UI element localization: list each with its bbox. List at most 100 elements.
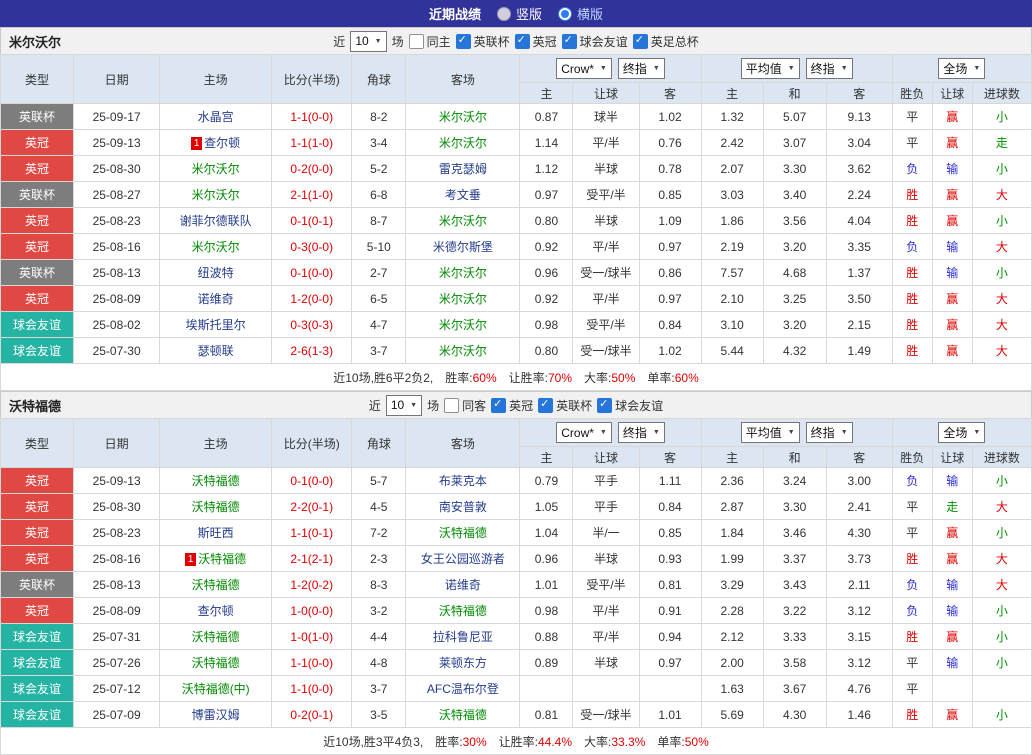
league-badge: 球会友谊 — [1, 312, 73, 337]
avg-final-select[interactable]: 终指 ▼ — [805, 58, 853, 79]
league-type-cell: 英联杯 — [0, 259, 75, 286]
away-team-name[interactable]: 米尔沃尔 — [439, 136, 487, 150]
odds-provider-select[interactable]: Crow* ▼ — [556, 58, 612, 79]
results-table: 类型 日期 主场 比分(半场) 角球 客场 Crow* ▼ 终指 ▼ 平均值 ▼ 终指 ▼ 全场 ▼ 主让球客主… — [0, 54, 1032, 391]
home-team-name[interactable]: 沃特福德 — [192, 630, 240, 644]
home-team-name[interactable]: 博雷汉姆 — [192, 708, 240, 722]
goals-result: 小 — [971, 207, 1032, 234]
avg-final-select-value: 终指 — [810, 62, 835, 76]
home-team-name[interactable]: 沃特福德 — [192, 500, 240, 514]
away-team-name[interactable]: 雷克瑟姆 — [439, 162, 487, 176]
stat-label: 大率: — [584, 370, 612, 385]
home-team-name[interactable]: 瑟顿联 — [198, 344, 234, 358]
avg-odds-away: 3.12 — [825, 597, 893, 624]
league-filter-checkbox[interactable]: 球会友谊 — [561, 33, 628, 50]
avg-odds-home: 2.36 — [700, 467, 764, 494]
avg-odds-draw: 3.33 — [762, 623, 827, 650]
full-match-select[interactable]: 全场 ▼ — [938, 58, 986, 79]
handicap-odds-away — [638, 675, 702, 702]
home-team-name[interactable]: 斯旺西 — [198, 526, 234, 540]
odds-final-select[interactable]: 终指 ▼ — [617, 422, 665, 443]
sub-col-header: 进球数 — [971, 82, 1032, 104]
league-filter-checkbox-label: 球会友谊 — [615, 398, 664, 413]
home-team-name[interactable]: 沃特福德 — [192, 656, 240, 670]
match-count-select[interactable]: 10 ▼ — [350, 30, 387, 52]
odds-final-select[interactable]: 终指 ▼ — [617, 58, 665, 79]
avg-provider-select[interactable]: 平均值 ▼ — [740, 422, 800, 443]
league-filter-checkbox[interactable]: 英足总杯 — [632, 33, 699, 50]
league-filter-checkbox[interactable]: 英联杯 — [455, 33, 510, 50]
checkbox-checked-icon — [632, 33, 648, 49]
away-team-name[interactable]: AFC温布尔登 — [427, 682, 499, 696]
stat-value: 60% — [472, 370, 497, 385]
handicap-odds-home: 0.80 — [519, 337, 574, 364]
avg-final-select[interactable]: 终指 ▼ — [805, 422, 853, 443]
outcome-result: 胜 — [891, 337, 933, 364]
home-team-cell: 水晶宫 — [159, 103, 273, 130]
same-venue-checkbox[interactable]: 同主 — [408, 33, 451, 50]
away-team-name[interactable]: 米尔沃尔 — [439, 292, 487, 306]
handicap-odds-home: 1.04 — [519, 519, 574, 546]
home-team-name[interactable]: 谢菲尔德联队 — [180, 214, 252, 228]
away-team-name[interactable]: 沃特福德 — [439, 526, 487, 540]
home-team-name[interactable]: 水晶宫 — [198, 110, 234, 124]
layout-vertical-radio[interactable]: 竖版 — [496, 4, 542, 23]
league-filter-checkbox[interactable]: 英冠 — [514, 33, 557, 50]
away-team-name[interactable]: 米尔沃尔 — [439, 318, 487, 332]
away-team-name[interactable]: 沃特福德 — [439, 604, 487, 618]
col-header: 主场 — [159, 54, 273, 104]
same-venue-checkbox[interactable]: 同客 — [444, 397, 486, 414]
league-filter-checkbox-label: 英联杯 — [473, 34, 510, 49]
away-team-name[interactable]: 拉科鲁尼亚 — [433, 630, 493, 644]
corner-score: 3-7 — [351, 675, 407, 702]
corner-score: 7-2 — [351, 519, 407, 546]
full-match-select[interactable]: 全场 ▼ — [938, 422, 986, 443]
home-team-name[interactable]: 沃特福德(中) — [182, 682, 250, 696]
home-team-name[interactable]: 沃特福德 — [198, 552, 246, 566]
home-team-name[interactable]: 米尔沃尔 — [192, 188, 240, 202]
away-team-name[interactable]: 莱顿东方 — [439, 656, 487, 670]
avg-provider-select[interactable]: 平均值 ▼ — [740, 58, 800, 79]
sub-col-header: 客 — [825, 446, 893, 468]
away-team-name[interactable]: 米德尔斯堡 — [433, 240, 493, 254]
league-filter-checkbox[interactable]: 英联杯 — [538, 397, 592, 414]
away-team-name[interactable]: 米尔沃尔 — [439, 344, 487, 358]
league-badge: 英冠 — [1, 286, 73, 311]
home-team-name[interactable]: 米尔沃尔 — [192, 162, 240, 176]
home-team-name[interactable]: 查尔顿 — [198, 604, 234, 618]
league-badge: 英冠 — [1, 130, 73, 155]
handicap-odds-home: 1.12 — [519, 155, 574, 182]
away-team-name[interactable]: 考文垂 — [445, 188, 481, 202]
home-team-cell: 斯旺西 — [159, 519, 273, 546]
odds-provider-select[interactable]: Crow* ▼ — [556, 422, 612, 443]
league-filter-checkbox[interactable]: 英冠 — [491, 397, 533, 414]
home-team-name[interactable]: 埃斯托里尔 — [186, 318, 246, 332]
page-title: 近期战绩 — [428, 7, 481, 22]
home-team-name[interactable]: 查尔顿 — [204, 136, 240, 150]
away-team-name[interactable]: 米尔沃尔 — [439, 110, 487, 124]
chevron-down-icon: ▼ — [840, 429, 848, 436]
home-team-cell: 沃特福德 — [159, 571, 273, 598]
league-filter-checkbox[interactable]: 球会友谊 — [597, 397, 663, 414]
away-team-name[interactable]: 沃特福德 — [439, 708, 487, 722]
away-team-name[interactable]: 米尔沃尔 — [439, 266, 487, 280]
away-team-name[interactable]: 女王公园巡游者 — [421, 552, 505, 566]
away-team-name[interactable]: 南安普敦 — [439, 500, 487, 514]
avg-odds-away: 3.04 — [825, 129, 893, 156]
handicap-result: 赢 — [931, 519, 973, 546]
away-team-name[interactable]: 诺维奇 — [445, 578, 481, 592]
home-team-name[interactable]: 沃特福德 — [192, 474, 240, 488]
handicap-line: 平/半 — [572, 233, 640, 260]
home-team-name[interactable]: 米尔沃尔 — [192, 240, 240, 254]
avg-odds-header-group: 平均值 ▼ 终指 ▼ — [700, 418, 893, 447]
away-team-name[interactable]: 布莱克本 — [439, 474, 487, 488]
away-team-cell: 布莱克本 — [405, 467, 521, 494]
match-count-select[interactable]: 10 ▼ — [385, 394, 423, 416]
home-team-name[interactable]: 纽波特 — [198, 266, 234, 280]
home-team-name[interactable]: 沃特福德 — [192, 578, 240, 592]
handicap-line: 半球 — [572, 649, 640, 676]
match-row: 英冠 25-08-09 查尔顿 1-0(0-0) 3-2 沃特福德 0.98 平/半 0.91 2… — [0, 597, 1032, 624]
home-team-name[interactable]: 诺维奇 — [198, 292, 234, 306]
layout-horizontal-radio[interactable]: 横版 — [558, 4, 603, 23]
away-team-name[interactable]: 米尔沃尔 — [439, 214, 487, 228]
